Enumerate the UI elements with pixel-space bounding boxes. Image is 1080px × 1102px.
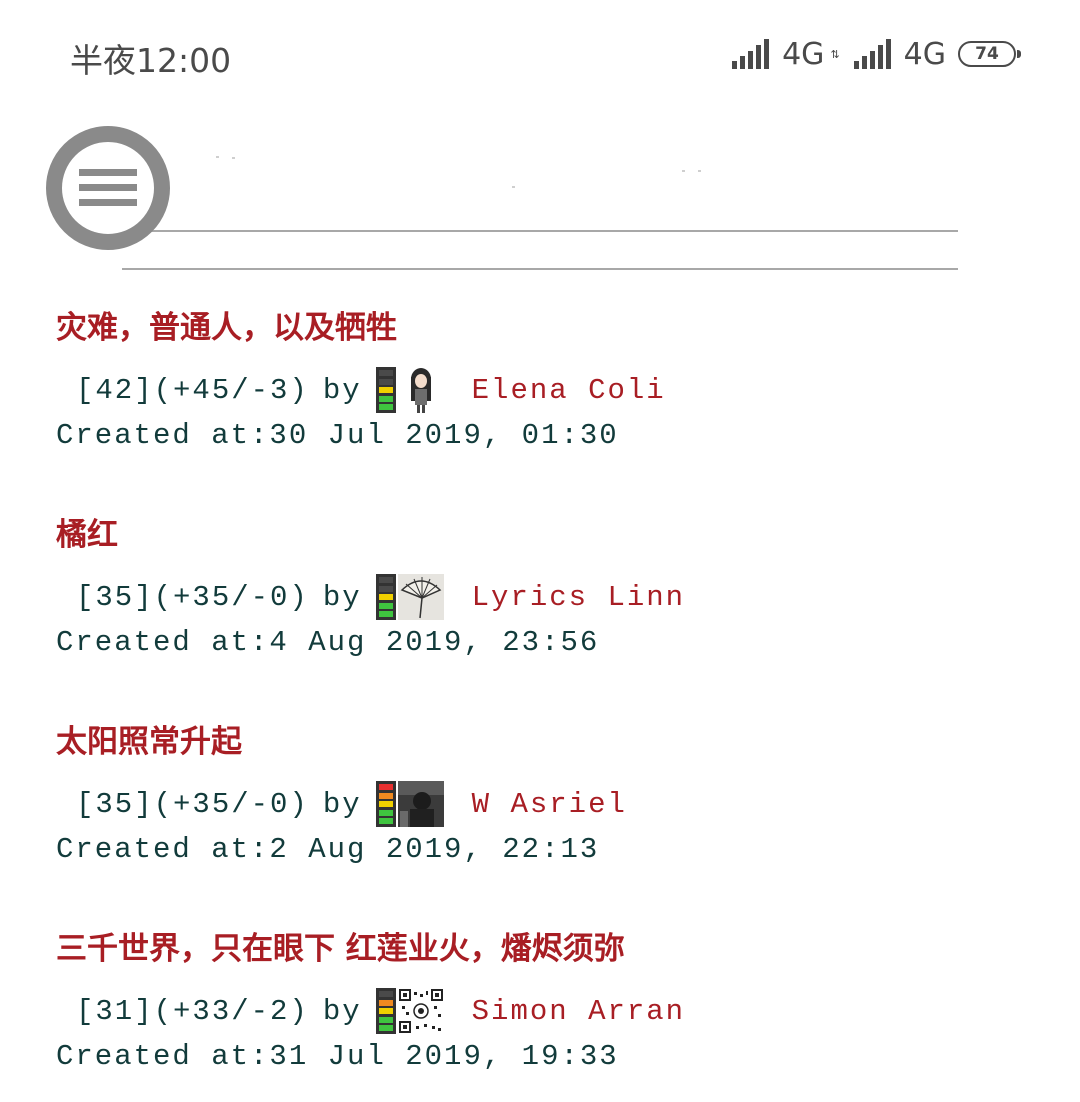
hamburger-menu-icon	[79, 169, 137, 207]
header-speck	[512, 186, 515, 188]
battery-level: 74	[975, 44, 999, 64]
fan-sketch-avatar-icon[interactable]	[397, 574, 444, 620]
qr-code-avatar-icon[interactable]	[397, 988, 444, 1034]
karma-meter-icon	[375, 781, 396, 827]
signal-strength-icon	[732, 39, 774, 69]
post-meta: [42](+45/-3) by Elena Coli	[76, 364, 1016, 416]
author-link[interactable]: Lyrics Linn	[472, 581, 685, 614]
karma-meter-icon	[375, 367, 396, 413]
header-speck	[232, 157, 235, 159]
post-title[interactable]: 太阳照常升起	[56, 722, 1016, 762]
signal-strength-icon	[853, 39, 896, 69]
post-rating: [42](+45/-3)	[76, 373, 309, 407]
battery-icon: 74	[958, 41, 1021, 67]
post-created-date: Created at:4 Aug 2019, 23:56	[56, 626, 600, 659]
header-divider	[122, 268, 958, 270]
list-item: 灾难，普通人，以及牺牲 [42](+45/-3) by Elena Coli C…	[56, 308, 1016, 456]
status-bar: 半夜12:00 4G ⇅ 4G 74	[0, 0, 1080, 100]
post-title[interactable]: 三千世界，只在眼下 红莲业火，燔烬须弥	[56, 929, 1016, 969]
post-meta: [35](+35/-0) by Lyrics Linn	[76, 571, 1016, 623]
header-speck	[682, 170, 685, 172]
header-divider	[146, 230, 958, 232]
post-rating: [31](+33/-2)	[76, 994, 309, 1028]
data-activity-icon: ⇅	[830, 47, 840, 61]
post-rating: [35](+35/-0)	[76, 787, 309, 821]
by-label: by	[322, 373, 362, 407]
status-indicators: 4G ⇅ 4G 74	[732, 36, 1021, 72]
post-meta: [35](+35/-0) by W Asriel	[76, 778, 1016, 830]
post-title[interactable]: 橘红	[56, 515, 1016, 555]
header-speck	[216, 156, 219, 158]
network-type-label: 4G	[782, 36, 825, 72]
author-link[interactable]: Elena Coli	[472, 374, 666, 407]
karma-meter-icon	[375, 574, 396, 620]
network-type-label: 4G	[903, 36, 946, 72]
by-label: by	[322, 994, 362, 1028]
by-label: by	[322, 580, 362, 614]
header-speck	[698, 170, 701, 172]
author-link[interactable]: W Asriel	[472, 788, 627, 821]
list-item: 橘红 [35](+35/-0) by Lyrics Linn Created a…	[56, 515, 1016, 663]
post-created-date: Created at:2 Aug 2019, 22:13	[56, 833, 600, 866]
list-item: 三千世界，只在眼下 红莲业火，燔烬须弥 [31](+33/-2) by Simo…	[56, 929, 1016, 1077]
status-time: 半夜12:00	[70, 41, 232, 80]
post-rating: [35](+35/-0)	[76, 580, 309, 614]
list-item: 太阳照常升起 [35](+35/-0) by W Asriel Created …	[56, 722, 1016, 870]
post-meta: [31](+33/-2) by Simon Arran	[76, 985, 1016, 1037]
dark-photo-avatar-icon[interactable]	[397, 781, 444, 827]
anime-girl-avatar-icon[interactable]	[397, 367, 444, 413]
menu-button[interactable]	[46, 126, 170, 250]
karma-meter-icon	[375, 988, 396, 1034]
post-created-date: Created at:30 Jul 2019, 01:30	[56, 419, 619, 452]
post-title[interactable]: 灾难，普通人，以及牺牲	[56, 308, 1016, 348]
by-label: by	[322, 787, 362, 821]
post-created-date: Created at:31 Jul 2019, 19:33	[56, 1040, 619, 1073]
author-link[interactable]: Simon Arran	[472, 995, 685, 1028]
